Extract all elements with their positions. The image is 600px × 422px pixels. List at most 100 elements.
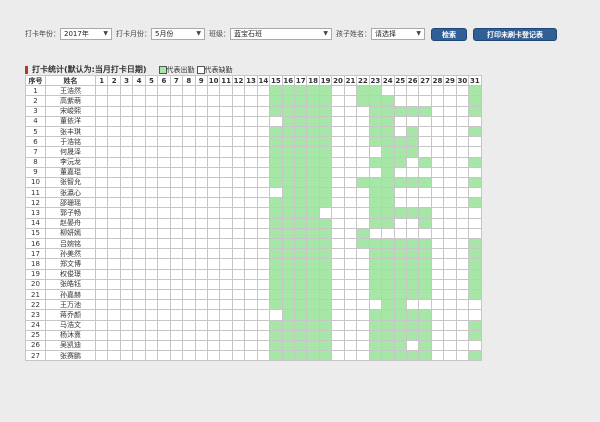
header-day: 1 — [94, 74, 109, 87]
class-select[interactable]: 蓝宝石班 ▼ — [230, 28, 332, 40]
present-cell — [269, 299, 283, 311]
row-index: 19 — [25, 268, 46, 280]
absent-cell — [144, 339, 159, 352]
present-cell — [381, 146, 395, 158]
absent-cell — [356, 299, 370, 311]
absent-cell — [393, 95, 407, 107]
header-day: 20 — [331, 74, 345, 87]
present-cell — [318, 319, 333, 331]
absent-cell — [331, 339, 345, 352]
present-cell — [368, 309, 383, 321]
absent-cell — [194, 136, 208, 148]
absent-cell — [182, 339, 196, 352]
absent-cell — [393, 227, 407, 240]
absent-cell — [157, 156, 171, 168]
absent-cell — [182, 125, 196, 138]
absent-cell — [418, 146, 432, 158]
attendance-table: 序号 姓名 1 2 3 4 5 6 7 8 9 10 11 12 13 14 15 16 17 18 19 20 21 22 2… — [25, 74, 482, 362]
absent-cell — [331, 309, 345, 321]
absent-cell — [119, 339, 134, 352]
absent-cell — [94, 237, 109, 250]
absent-cell — [244, 258, 258, 270]
absent-cell — [368, 227, 383, 240]
present-cell — [306, 85, 320, 97]
absent-cell — [182, 95, 196, 107]
absent-cell — [219, 166, 233, 178]
absent-cell — [356, 115, 370, 127]
print-unswiped-button[interactable]: 打印未刷卡登记表 — [473, 27, 557, 41]
present-cell — [418, 258, 432, 270]
row-index: 23 — [25, 309, 46, 321]
absent-cell — [182, 237, 196, 250]
present-cell — [418, 237, 432, 250]
present-cell — [368, 248, 383, 260]
absent-cell — [157, 176, 171, 189]
absent-cell — [194, 95, 208, 107]
absent-cell — [231, 125, 246, 138]
present-cell — [318, 105, 333, 117]
student-name: 柳妍嫣 — [45, 227, 96, 240]
student-name: 邵珊瑶 — [45, 197, 96, 209]
absent-cell — [455, 339, 470, 352]
absent-cell — [206, 278, 221, 290]
present-cell — [356, 95, 370, 107]
present-cell — [306, 299, 320, 311]
present-cell — [368, 95, 383, 107]
absent-cell — [343, 95, 358, 107]
month-select[interactable]: 5月份 ▼ — [151, 28, 205, 40]
present-cell — [368, 268, 383, 280]
absent-cell — [219, 187, 233, 199]
absent-cell — [244, 309, 258, 321]
present-cell — [293, 299, 308, 311]
child-select[interactable]: 请选择 ▼ — [371, 28, 425, 40]
absent-cell — [219, 237, 233, 250]
absent-cell — [430, 136, 445, 148]
present-cell — [381, 136, 395, 148]
present-cell — [393, 299, 407, 311]
present-cell — [393, 258, 407, 270]
absent-cell — [443, 176, 457, 189]
absent-cell — [331, 217, 345, 229]
present-cell — [293, 268, 308, 280]
present-cell — [405, 329, 420, 341]
present-cell — [368, 187, 383, 199]
absent-cell — [393, 85, 407, 97]
absent-cell — [182, 115, 196, 127]
absent-cell — [331, 329, 345, 341]
present-cell — [405, 319, 420, 331]
search-button[interactable]: 检索 — [431, 27, 467, 41]
absent-cell — [107, 319, 121, 331]
absent-cell — [144, 197, 159, 209]
absent-cell — [132, 85, 146, 97]
absent-cell — [231, 258, 246, 270]
present-cell — [269, 319, 283, 331]
absent-cell — [206, 299, 221, 311]
absent-cell — [256, 105, 271, 117]
present-cell — [293, 319, 308, 331]
absent-cell — [169, 350, 184, 362]
absent-cell — [94, 258, 109, 270]
present-cell — [281, 278, 296, 290]
absent-cell — [418, 85, 432, 97]
year-select[interactable]: 2017年 ▼ — [60, 28, 112, 40]
present-cell — [381, 176, 395, 189]
absent-cell — [231, 237, 246, 250]
absent-cell — [356, 187, 370, 199]
header-day: 15 — [269, 74, 283, 87]
absent-cell — [157, 146, 171, 158]
header-day: 16 — [281, 74, 296, 87]
absent-cell — [219, 156, 233, 168]
absent-cell — [231, 95, 246, 107]
absent-cell — [132, 156, 146, 168]
absent-cell — [443, 207, 457, 219]
present-cell — [269, 237, 283, 250]
present-cell — [318, 197, 333, 209]
absent-cell — [182, 227, 196, 240]
absent-cell — [94, 95, 109, 107]
table-row: 22 王万池 — [25, 299, 482, 311]
absent-cell — [132, 339, 146, 352]
absent-cell — [231, 350, 246, 362]
present-cell — [281, 217, 296, 229]
absent-cell — [244, 136, 258, 148]
present-cell — [281, 288, 296, 301]
